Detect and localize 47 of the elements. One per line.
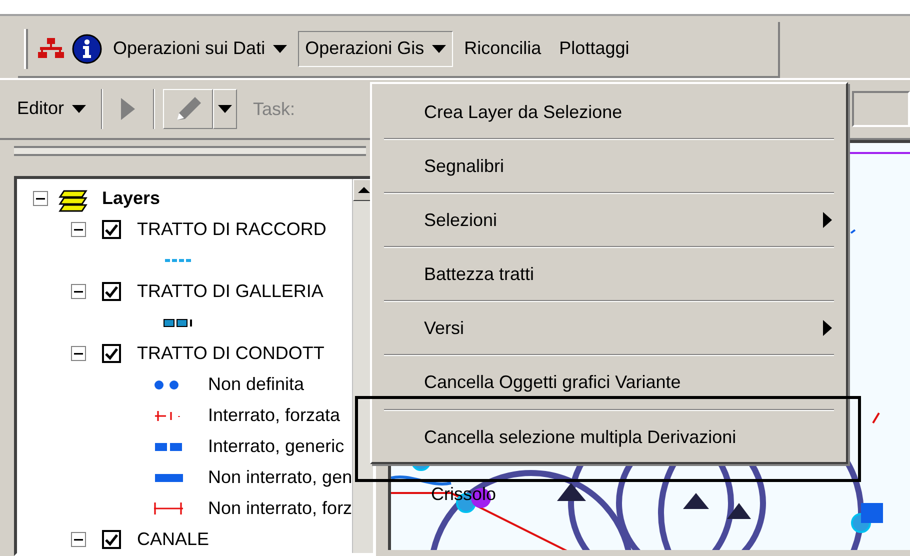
expander-icon[interactable] — [71, 222, 86, 237]
menu-item[interactable]: Versi — [372, 302, 846, 354]
checkbox[interactable] — [102, 530, 121, 549]
map-label: Crissolo — [431, 483, 496, 506]
expander-icon[interactable] — [71, 532, 86, 547]
pencil-button[interactable] — [163, 89, 214, 129]
submenu-arrow-icon — [823, 320, 832, 336]
caret-icon — [72, 105, 86, 113]
task-label: Task: — [253, 98, 296, 120]
caret-icon — [273, 45, 288, 53]
dropdown-button[interactable] — [213, 89, 238, 129]
layer-name: TRATTO DI RACCORD — [137, 218, 326, 241]
layer-name: TRATTO DI GALLERIA — [137, 280, 324, 303]
menu-item[interactable]: Cancella selezione multipla Derivazioni — [372, 411, 846, 463]
expander-icon[interactable] — [33, 191, 48, 206]
caret-icon — [432, 45, 446, 53]
splitter-bar[interactable] — [14, 146, 366, 156]
menu-button[interactable]: Operazioni sui Dati — [106, 31, 294, 67]
layers-title: Layers — [102, 187, 160, 210]
network-icon[interactable] — [38, 38, 64, 60]
menu-button[interactable]: Plottaggi — [552, 31, 636, 67]
menu-item[interactable]: Segnalibri — [372, 140, 846, 192]
checkbox[interactable] — [102, 220, 121, 239]
up-arrow-icon — [358, 186, 370, 194]
expander-icon[interactable] — [71, 284, 86, 299]
menu-item[interactable]: Crea Layer da Selezione — [372, 86, 846, 138]
legend-label: Interrato, forzata — [208, 404, 340, 427]
menu-item[interactable]: Battezza tratti — [372, 248, 846, 300]
legend-label: Interrato, generic — [208, 435, 344, 458]
legend-label: Non definita — [208, 373, 304, 396]
layer-name: CANALE — [137, 528, 210, 551]
checkbox[interactable] — [102, 282, 121, 301]
menu-item[interactable]: Cancella Oggetti grafici Variante — [372, 356, 846, 408]
info-icon[interactable] — [72, 34, 102, 64]
menu-item[interactable]: Selezioni — [372, 194, 846, 246]
menu-button[interactable]: Riconcilia — [457, 31, 548, 67]
caret-icon — [218, 105, 232, 113]
pointer-icon[interactable] — [119, 97, 138, 121]
input-field[interactable] — [852, 91, 910, 127]
layer-name: TRATTO DI CONDOTT — [137, 342, 324, 365]
checkbox[interactable] — [102, 344, 121, 363]
menu-button[interactable]: Operazioni Gis — [298, 31, 454, 67]
submenu-arrow-icon — [823, 212, 832, 228]
legend-label: Non interrato, gen — [208, 466, 352, 489]
legend-label: Non interrato, forz — [208, 497, 352, 520]
editor-menu-button[interactable]: Editor — [10, 91, 94, 127]
expander-icon[interactable] — [71, 346, 86, 361]
